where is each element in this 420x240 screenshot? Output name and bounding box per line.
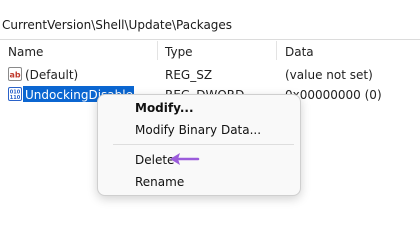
address-path[interactable]: CurrentVersion\Shell\Update\Packages xyxy=(2,18,416,32)
context-menu: Modify... Modify Binary Data... Delete R… xyxy=(97,94,301,196)
menu-item-modify-binary[interactable]: Modify Binary Data... xyxy=(135,123,261,137)
column-header-type[interactable]: Type xyxy=(165,45,193,59)
value-data: (value not set) xyxy=(285,68,373,82)
menu-divider xyxy=(113,144,294,145)
string-value-icon: ab xyxy=(8,67,22,81)
svg-text:110: 110 xyxy=(10,95,21,101)
column-header-data[interactable]: Data xyxy=(285,45,314,59)
svg-text:ab: ab xyxy=(9,71,20,80)
value-type: REG_SZ xyxy=(165,68,213,82)
column-divider[interactable] xyxy=(157,41,158,60)
menu-item-modify[interactable]: Modify... xyxy=(135,101,194,115)
value-name: (Default) xyxy=(25,68,79,82)
binary-value-icon: 010 110 xyxy=(8,87,22,101)
annotation-arrow-icon xyxy=(170,153,200,165)
column-divider[interactable] xyxy=(276,41,277,60)
column-header-name[interactable]: Name xyxy=(8,45,43,59)
menu-item-rename[interactable]: Rename xyxy=(135,175,184,189)
address-bar[interactable]: CurrentVersion\Shell\Update\Packages xyxy=(0,0,420,40)
